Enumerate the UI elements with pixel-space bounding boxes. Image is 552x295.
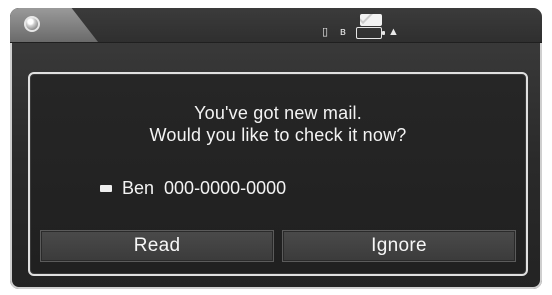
ignore-button[interactable]: Ignore [282,230,516,262]
bluetooth-icon: ʙ [340,26,346,38]
infotainment-screen: ▯ ʙ ▲ You've got new mail. Would you lik… [10,8,542,289]
dialog-message-line-1: You've got new mail. [194,103,362,123]
dialog-buttons: Read Ignore [40,230,516,262]
read-button[interactable]: Read [40,230,274,262]
sender-row: Ben 000-0000-0000 [100,177,286,199]
sender-name: Ben [122,178,155,198]
status-bar: ▯ ʙ ▲ [10,8,542,43]
status-icons: ▯ ʙ ▲ [310,14,450,39]
new-mail-dialog: You've got new mail. Would you like to c… [28,72,528,276]
battery-icon [356,27,385,39]
dialog-message-line-2: Would you like to check it now? [149,125,407,145]
phone-icon: ▯ [322,26,329,38]
mail-icon [360,14,382,26]
signal-icon: ▲ [388,26,399,38]
home-tab[interactable] [10,8,98,42]
dialog-message: You've got new mail. Would you like to c… [30,102,526,146]
mail-icon [100,185,112,192]
home-icon[interactable] [24,16,40,32]
sender-number: 000-0000-0000 [164,178,287,198]
